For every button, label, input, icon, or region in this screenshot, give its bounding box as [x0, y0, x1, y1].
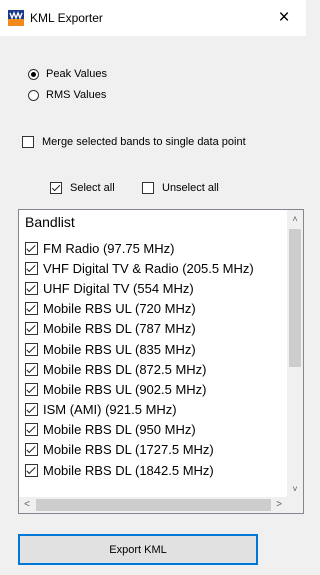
band-checkbox[interactable] — [25, 281, 38, 295]
band-item[interactable]: UHF Digital TV (554 MHz) — [25, 278, 254, 298]
horizontal-scrollbar[interactable]: < > — [19, 497, 287, 513]
band-checkbox[interactable] — [25, 342, 38, 356]
scrollbar-corner — [286, 496, 303, 513]
window-title: KML Exporter — [30, 11, 103, 25]
select-all-checkbox-box[interactable] — [50, 182, 62, 194]
select-all-checkbox[interactable]: Select all — [50, 182, 115, 194]
merge-bands-label: Merge selected bands to single data poin… — [42, 136, 246, 148]
select-all-label: Select all — [70, 182, 115, 194]
band-label: Mobile RBS DL (1842.5 MHz) — [43, 462, 214, 478]
band-label: Mobile RBS UL (835 MHz) — [43, 341, 196, 357]
band-item[interactable]: Mobile RBS DL (1842.5 MHz) — [25, 460, 254, 480]
band-checkbox[interactable] — [25, 241, 38, 255]
close-button[interactable]: × — [262, 0, 306, 36]
band-checkbox[interactable] — [25, 403, 38, 417]
band-checkbox[interactable] — [25, 322, 38, 336]
peak-values-radio[interactable]: Peak Values — [28, 68, 107, 80]
band-item[interactable]: Mobile RBS DL (950 MHz) — [25, 420, 254, 440]
rms-values-label: RMS Values — [46, 89, 107, 101]
title-bar: KML Exporter × — [0, 0, 306, 36]
merge-bands-checkbox[interactable]: Merge selected bands to single data poin… — [22, 136, 246, 148]
unselect-all-label: Unselect all — [162, 182, 219, 194]
band-label: VHF Digital TV & Radio (205.5 MHz) — [43, 260, 254, 276]
band-checkbox[interactable] — [25, 443, 38, 457]
bandlist-items: FM Radio (97.75 MHz) VHF Digital TV & Ra… — [25, 238, 254, 480]
band-label: Mobile RBS UL (720 MHz) — [43, 301, 196, 317]
bandlist-box[interactable]: Bandlist FM Radio (97.75 MHz) VHF Digita… — [18, 209, 304, 514]
band-label: Mobile RBS UL (902.5 MHz) — [43, 381, 207, 397]
rms-values-radio[interactable]: RMS Values — [28, 89, 106, 101]
band-item[interactable]: Mobile RBS DL (1727.5 MHz) — [25, 440, 254, 460]
scroll-up-icon[interactable]: ˄ — [287, 210, 303, 228]
band-checkbox[interactable] — [25, 362, 38, 376]
kml-exporter-app-icon — [8, 10, 24, 26]
band-item[interactable]: Mobile RBS UL (835 MHz) — [25, 339, 254, 359]
scroll-left-icon[interactable]: < — [19, 497, 35, 513]
radio-indicator-checked[interactable] — [28, 68, 39, 80]
vertical-scrollbar[interactable]: ˄ ˅ — [287, 210, 303, 498]
merge-checkbox-box[interactable] — [22, 136, 34, 148]
band-item[interactable]: ISM (AMI) (921.5 MHz) — [25, 400, 254, 420]
band-checkbox[interactable] — [25, 463, 38, 477]
band-checkbox[interactable] — [25, 261, 38, 275]
band-label: UHF Digital TV (554 MHz) — [43, 280, 194, 296]
band-item[interactable]: VHF Digital TV & Radio (205.5 MHz) — [25, 258, 254, 278]
unselect-all-checkbox[interactable]: Unselect all — [142, 182, 219, 194]
horizontal-scroll-thumb[interactable] — [36, 499, 271, 511]
band-item[interactable]: Mobile RBS UL (720 MHz) — [25, 299, 254, 319]
bandlist-header: Bandlist — [25, 214, 75, 230]
band-checkbox[interactable] — [25, 423, 38, 437]
scroll-right-icon[interactable]: > — [271, 497, 287, 513]
close-icon: × — [278, 7, 290, 28]
band-item[interactable]: FM Radio (97.75 MHz) — [25, 238, 254, 258]
export-kml-button[interactable]: Export KML — [18, 534, 258, 565]
band-label: ISM (AMI) (921.5 MHz) — [43, 402, 177, 418]
band-label: FM Radio (97.75 MHz) — [43, 240, 175, 256]
band-label: Mobile RBS DL (872.5 MHz) — [43, 361, 207, 377]
band-item[interactable]: Mobile RBS DL (872.5 MHz) — [25, 359, 254, 379]
band-item[interactable]: Mobile RBS UL (902.5 MHz) — [25, 379, 254, 399]
peak-values-label: Peak Values — [46, 68, 107, 80]
band-label: Mobile RBS DL (1727.5 MHz) — [43, 442, 214, 458]
band-item[interactable]: Mobile RBS DL (787 MHz) — [25, 319, 254, 339]
band-label: Mobile RBS DL (950 MHz) — [43, 422, 196, 438]
radio-indicator-unchecked[interactable] — [28, 89, 39, 101]
unselect-all-checkbox-box[interactable] — [142, 182, 154, 194]
band-checkbox[interactable] — [25, 382, 38, 396]
band-checkbox[interactable] — [25, 302, 38, 316]
band-label: Mobile RBS DL (787 MHz) — [43, 321, 196, 337]
vertical-scroll-thumb[interactable] — [289, 229, 301, 367]
